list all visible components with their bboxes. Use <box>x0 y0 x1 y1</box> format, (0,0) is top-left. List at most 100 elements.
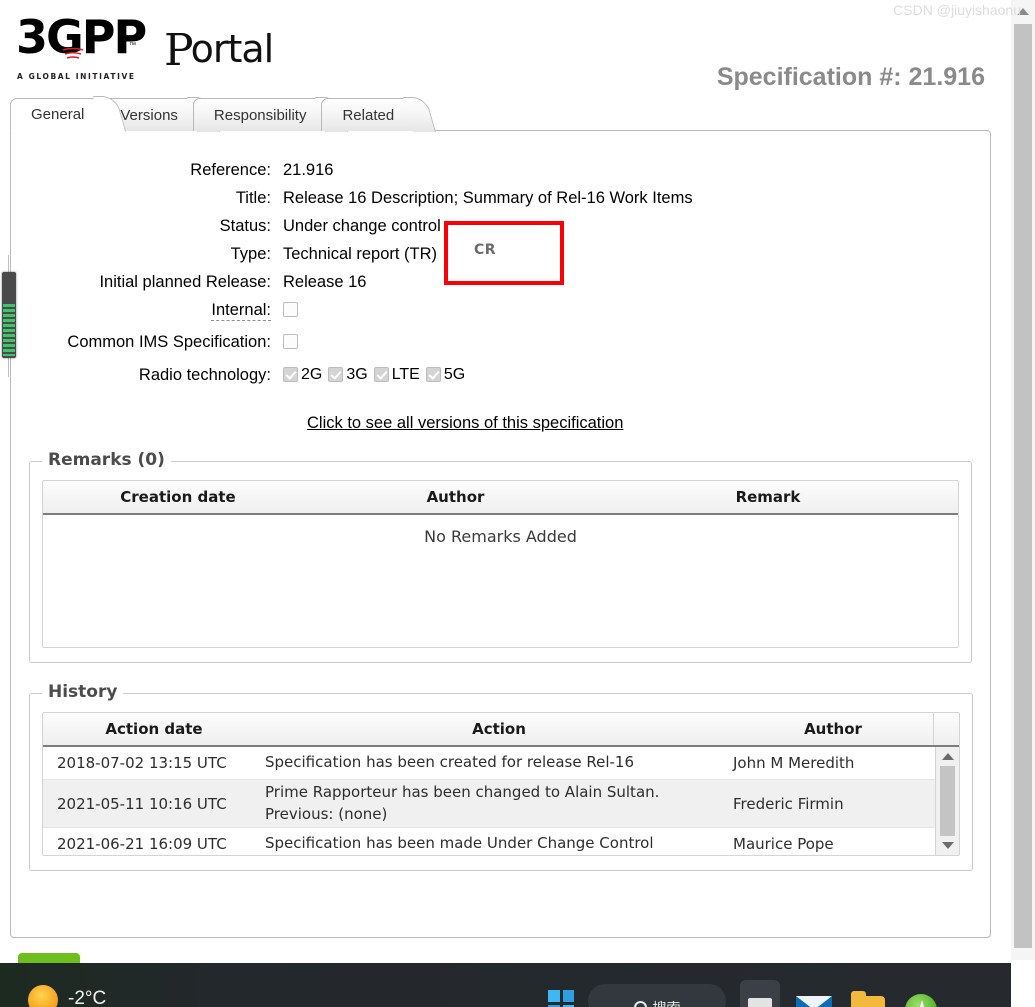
tab-related-label: Related <box>342 106 395 124</box>
remarks-table-header: Creation date Author Remark <box>43 481 958 515</box>
table-row[interactable]: 2018-07-02 13:15 UTC Specification has b… <box>43 747 959 780</box>
left-scroll-bars-icon <box>3 304 15 356</box>
taskbar-file-explorer-icon[interactable] <box>848 980 888 1007</box>
3gpp-logo[interactable]: 3GPP ™ A GLOBAL INITIATIVE <box>16 12 147 86</box>
field-row-internal: Internal: <box>11 301 990 321</box>
radio-tech-2g[interactable]: 2G <box>283 366 322 384</box>
radio-technology-group: 2G 3G LTE 5G <box>283 366 465 384</box>
history-col-author[interactable]: Author <box>733 720 933 738</box>
radio-tech-5g-label: 5G <box>443 366 466 383</box>
scroll-up-arrow-icon[interactable] <box>941 753 954 760</box>
tab-general[interactable]: General <box>10 98 112 131</box>
history-col-action-date[interactable]: Action date <box>43 720 265 738</box>
type-label: Type: <box>230 245 271 263</box>
sun-icon <box>28 985 58 1007</box>
remarks-section: Remarks (0) Creation date Author Remark … <box>29 450 972 663</box>
search-icon <box>633 1000 647 1007</box>
taskbar-center-group: 搜索 <box>548 972 942 1007</box>
radio-tech-lte-label: LTE <box>391 366 420 383</box>
tab-responsibility[interactable]: Responsibility <box>192 98 334 131</box>
taskbar-weather-widget[interactable]: -2°C <box>28 971 106 1007</box>
portal-logo[interactable]: Portal <box>162 22 274 76</box>
browser-scrollbar[interactable] <box>1011 0 1035 960</box>
history-section: History Action date Action Author 2018-0… <box>29 682 973 871</box>
field-row-title: Title: Release 16 Description; Summary o… <box>11 189 990 208</box>
table-row[interactable]: 2021-06-21 16:09 UTC Specification has b… <box>43 828 959 855</box>
history-col-action[interactable]: Action <box>265 720 733 738</box>
radio-tech-2g-checkbox[interactable] <box>283 366 298 382</box>
title-label: Title: <box>235 189 271 207</box>
field-row-release: Initial planned Release: Release 16 <box>11 273 990 292</box>
left-scroll-indicator[interactable] <box>2 272 16 358</box>
remarks-col-remark[interactable]: Remark <box>598 488 938 506</box>
field-row-radio-technology: Radio technology: 2G 3G LTE 5G <box>11 366 990 385</box>
history-scroll-thumb[interactable] <box>940 766 955 836</box>
history-scrollbar[interactable] <box>935 747 959 855</box>
radio-tech-2g-label: 2G <box>301 366 323 383</box>
history-table-header: Action date Action Author <box>43 713 959 747</box>
tab-versions-label: Versions <box>120 106 178 124</box>
history-table-body: 2018-07-02 13:15 UTC Specification has b… <box>43 747 959 855</box>
history-row-author: Frederic Firmin <box>733 794 844 813</box>
tab-responsibility-label: Responsibility <box>213 106 307 124</box>
field-row-type: Type: Technical report (TR) <box>11 245 990 264</box>
initial-release-value: Release 16 <box>283 273 367 291</box>
remarks-col-creation-date[interactable]: Creation date <box>43 488 313 506</box>
portal-logo-p: P <box>164 25 194 76</box>
status-value: Under change control <box>283 217 441 235</box>
radio-tech-3g-checkbox[interactable] <box>328 366 344 382</box>
trademark-symbol: ™ <box>129 42 136 49</box>
taskbar-search-box[interactable]: 搜索 <box>588 984 726 1007</box>
remarks-legend: Remarks (0) <box>42 450 171 470</box>
tab-bar: General Versions Responsibility Related <box>10 98 422 131</box>
remarks-col-author[interactable]: Author <box>313 488 598 506</box>
field-row-status: Status: Under change control <box>11 217 990 236</box>
windows-taskbar: -2°C 搜索 <box>0 963 1011 1007</box>
radio-technology-label: Radio technology: <box>138 366 271 384</box>
internal-checkbox[interactable] <box>283 302 298 318</box>
radio-tech-lte[interactable]: LTE <box>373 366 420 384</box>
radio-tech-5g-checkbox[interactable] <box>425 366 441 382</box>
title-value: Release 16 Description; Summary of Rel-1… <box>283 189 693 207</box>
radio-tech-5g[interactable]: 5G <box>425 366 466 384</box>
radio-tech-3g-label: 3G <box>346 366 368 383</box>
taskbar-app-icon[interactable] <box>902 980 942 1007</box>
windows-start-icon[interactable] <box>548 990 574 1007</box>
reference-label: Reference: <box>190 161 271 179</box>
taskbar-mail-icon[interactable] <box>794 980 834 1007</box>
status-label: Status: <box>219 217 271 235</box>
page-title: Specification #: 21.916 <box>716 63 985 91</box>
remarks-table: Creation date Author Remark No Remarks A… <box>42 480 959 648</box>
all-versions-link[interactable]: Click to see all versions of this specif… <box>307 414 623 433</box>
scroll-down-arrow-icon[interactable] <box>941 842 954 849</box>
internal-label: Internal: <box>11 301 283 321</box>
history-header-scroll-spacer <box>933 713 959 745</box>
3gpp-swoosh-icon <box>62 48 84 59</box>
history-legend: History <box>42 682 124 702</box>
taskbar-task-view-icon[interactable] <box>740 980 780 1007</box>
radio-tech-3g[interactable]: 3G <box>328 366 368 384</box>
field-row-common-ims: Common IMS Specification: <box>11 333 990 352</box>
tab-general-label: General <box>31 106 85 123</box>
cr-badge[interactable]: CR <box>474 242 496 258</box>
screen: 3GPP ™ A GLOBAL INITIATIVE Portal Specif… <box>0 0 1035 1007</box>
remarks-empty-message: No Remarks Added <box>424 527 577 546</box>
weather-temperature: -2°C <box>68 988 107 1007</box>
radio-tech-lte-checkbox[interactable] <box>373 366 389 382</box>
history-row-author: Maurice Pope <box>733 835 834 853</box>
tab-related[interactable]: Related <box>321 98 422 131</box>
history-row-action: Specification has been made Under Change… <box>265 834 654 853</box>
general-tab-panel: Reference: 21.916 Title: Release 16 Desc… <box>10 130 991 938</box>
history-row-date: 2018-07-02 13:15 UTC <box>57 754 227 772</box>
remarks-table-body: No Remarks Added <box>43 515 958 647</box>
type-value: Technical report (TR) <box>283 245 438 263</box>
history-table: Action date Action Author 2018-07-02 13:… <box>42 712 960 856</box>
common-ims-checkbox[interactable] <box>283 334 298 350</box>
browser-scroll-thumb[interactable] <box>1014 24 1032 948</box>
history-row-author: John M Meredith <box>733 754 855 772</box>
field-row-reference: Reference: 21.916 <box>11 161 990 180</box>
browser-page: 3GPP ™ A GLOBAL INITIATIVE Portal Specif… <box>0 0 1011 960</box>
specification-form: Reference: 21.916 Title: Release 16 Desc… <box>11 131 990 433</box>
history-row-date: 2021-05-11 10:16 UTC <box>57 794 227 813</box>
table-row[interactable]: 2021-05-11 10:16 UTC Prime Rapporteur ha… <box>43 780 959 828</box>
